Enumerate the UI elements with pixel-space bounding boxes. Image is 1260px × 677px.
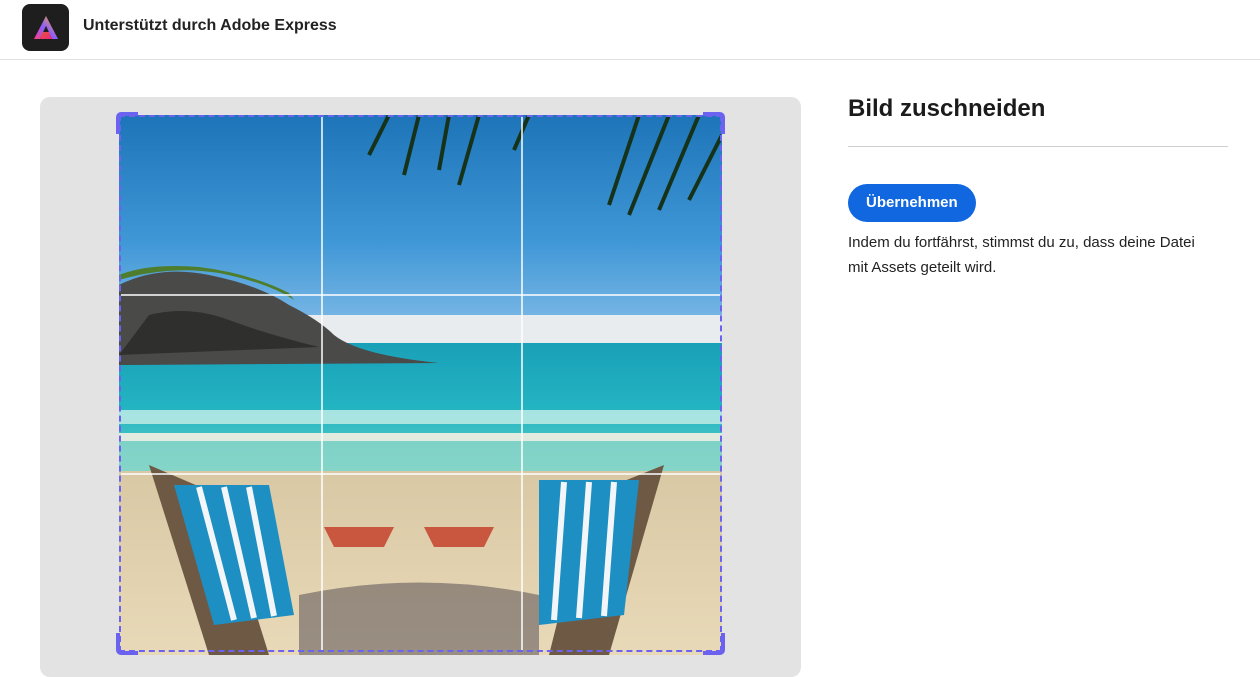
consent-text: Indem du fortfährst, stimmst du zu, dass… <box>848 234 1195 276</box>
app-title: Unterstützt durch Adobe Express <box>83 17 337 34</box>
crop-handle-top-right[interactable] <box>703 112 725 134</box>
divider <box>848 146 1228 147</box>
grid-line-horizontal <box>121 473 720 475</box>
apply-button[interactable]: Übernehmen <box>848 184 976 222</box>
crop-handle-bottom-right[interactable] <box>703 633 725 655</box>
crop-handle-top-left[interactable] <box>116 112 138 134</box>
image-canvas <box>40 97 801 677</box>
panel-title: Bild zuschneiden <box>848 95 1046 122</box>
crop-handle-bottom-left[interactable] <box>116 633 138 655</box>
crop-panel: Bild zuschneiden Übernehmen Indem du for… <box>848 92 1228 280</box>
grid-line-vertical <box>321 117 323 650</box>
grid-line-horizontal <box>121 294 720 296</box>
adobe-express-logo-icon <box>22 4 69 51</box>
crop-frame[interactable] <box>116 112 725 655</box>
top-bar: Unterstützt durch Adobe Express <box>0 0 1260 60</box>
grid-line-vertical <box>521 117 523 650</box>
